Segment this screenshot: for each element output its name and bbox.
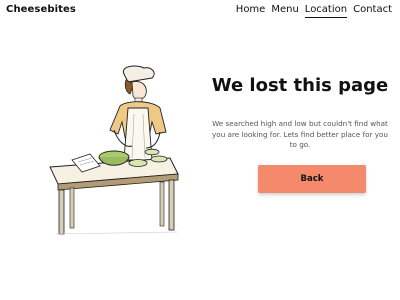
cook-illustration bbox=[49, 65, 179, 235]
main-nav: Home Menu Location Contact bbox=[236, 4, 392, 18]
nav-item-home[interactable]: Home bbox=[236, 4, 266, 18]
nav-item-location[interactable]: Location bbox=[304, 4, 348, 18]
error-content: We lost this page We searched high and l… bbox=[210, 75, 390, 158]
page-title: We lost this page bbox=[211, 75, 389, 96]
header: Cheesebites Home Menu Location Contact bbox=[0, 0, 400, 22]
nav-item-menu[interactable]: Menu bbox=[271, 4, 298, 18]
brand-logo[interactable]: Cheesebites bbox=[6, 4, 76, 15]
back-button[interactable]: Back bbox=[258, 165, 366, 193]
error-message: We searched high and low but couldn't fi… bbox=[212, 119, 388, 149]
nav-item-contact[interactable]: Contact bbox=[353, 4, 392, 18]
page: Cheesebites Home Menu Location Contact W… bbox=[0, 0, 400, 300]
